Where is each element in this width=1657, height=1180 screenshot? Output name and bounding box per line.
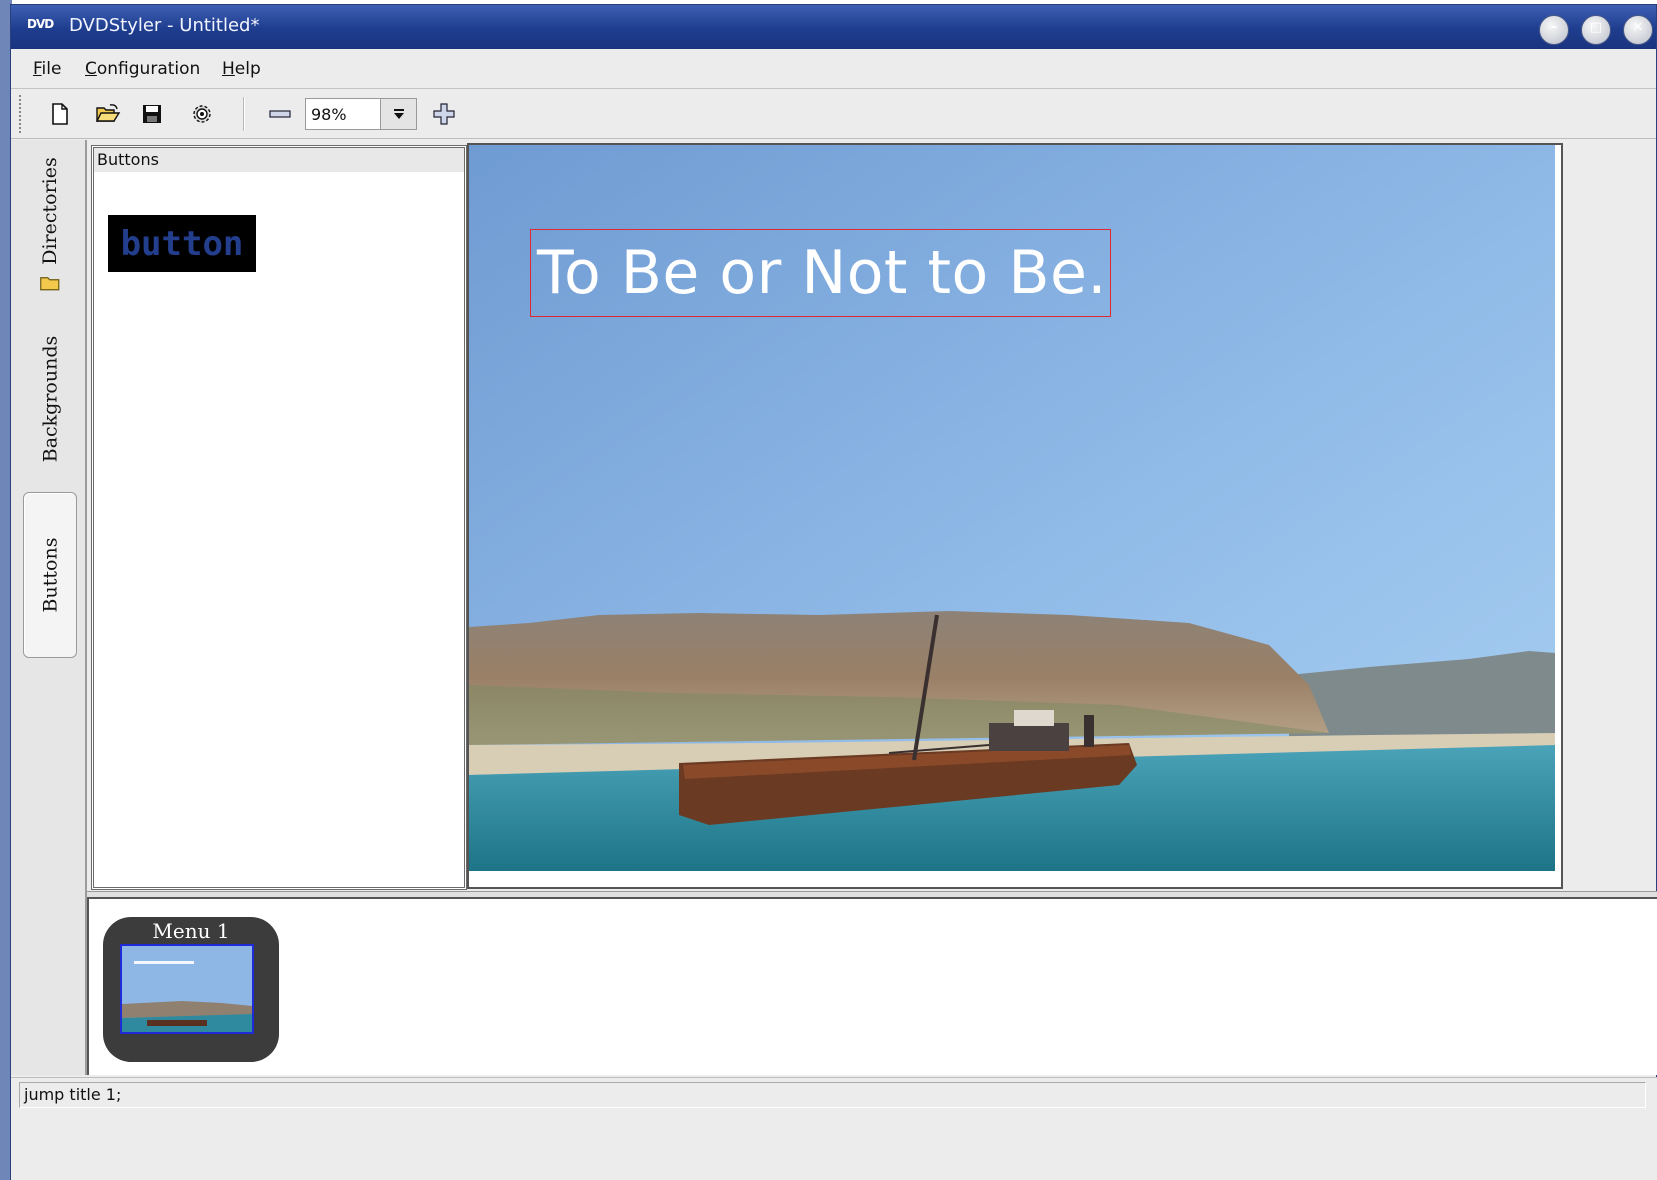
tab-directories[interactable]: Directories bbox=[23, 150, 77, 300]
menu-configuration[interactable]: Configuration bbox=[85, 59, 200, 79]
zoom-combobox[interactable] bbox=[305, 98, 417, 130]
menu-file-label: ile bbox=[41, 59, 62, 79]
app-window: DVD DVDStyler - Untitled* – □ ✕ File Con… bbox=[10, 4, 1657, 1180]
zoom-dropdown-button[interactable] bbox=[380, 99, 416, 129]
save-disk-icon bbox=[143, 105, 161, 123]
tab-backgrounds[interactable]: Backgrounds bbox=[23, 325, 77, 473]
close-icon: ✕ bbox=[1632, 20, 1644, 35]
dvd-app-icon: DVD bbox=[27, 17, 54, 31]
buttons-panel: Buttons button bbox=[91, 145, 467, 890]
menu-thumbnail[interactable]: Menu 1 bbox=[103, 917, 279, 1062]
titleset-menus-area: Menu 1 bbox=[87, 899, 1657, 1075]
folder-icon bbox=[40, 277, 60, 291]
settings-gear-icon bbox=[193, 105, 211, 123]
minus-icon bbox=[269, 110, 291, 118]
toolbar-separator bbox=[243, 97, 245, 131]
close-button[interactable]: ✕ bbox=[1623, 15, 1653, 45]
menu-help-mnemonic: H bbox=[222, 59, 235, 79]
open-folder-icon bbox=[95, 104, 121, 122]
horizontal-splitter[interactable] bbox=[87, 891, 1657, 899]
menu-text-label: To Be or Not to Be. bbox=[537, 238, 1107, 308]
toolbar bbox=[11, 89, 1656, 139]
settings-button[interactable] bbox=[185, 97, 219, 131]
menu-thumbnail-label: Menu 1 bbox=[152, 919, 230, 943]
save-button[interactable] bbox=[135, 97, 169, 131]
menu-file-mnemonic: F bbox=[33, 59, 42, 79]
maximize-icon: □ bbox=[1589, 20, 1603, 35]
window-title: DVDStyler - Untitled* bbox=[69, 15, 260, 36]
menu-configuration-label: onfiguration bbox=[96, 59, 201, 79]
maximize-button[interactable]: □ bbox=[1581, 15, 1611, 45]
title-bar[interactable]: DVD DVDStyler - Untitled* – □ ✕ bbox=[11, 5, 1656, 49]
menu-thumbnail-preview bbox=[120, 944, 254, 1034]
status-bar: jump title 1; bbox=[11, 1077, 1657, 1111]
status-text: jump title 1; bbox=[19, 1082, 1646, 1108]
menu-help[interactable]: Help bbox=[222, 59, 261, 79]
zoom-in-button[interactable] bbox=[427, 97, 461, 131]
minimize-icon: – bbox=[1550, 20, 1558, 35]
tab-buttons[interactable]: Buttons bbox=[23, 492, 77, 658]
new-document-icon bbox=[52, 103, 68, 125]
buttons-panel-header: Buttons bbox=[94, 148, 464, 172]
button-template-label: button bbox=[120, 223, 244, 264]
zoom-input[interactable] bbox=[306, 99, 380, 129]
new-button[interactable] bbox=[43, 97, 77, 131]
menu-text-object[interactable]: To Be or Not to Be. bbox=[530, 229, 1111, 317]
menu-configuration-mnemonic: C bbox=[85, 59, 97, 79]
tab-directories-label: Directories bbox=[39, 157, 62, 265]
menu-bar: File Configuration Help bbox=[11, 49, 1656, 89]
window-bottom-edge bbox=[11, 1111, 1657, 1180]
menu-help-label: elp bbox=[234, 59, 261, 79]
toolbar-grip[interactable] bbox=[19, 95, 25, 133]
open-button[interactable] bbox=[91, 97, 125, 131]
zoom-out-button[interactable] bbox=[263, 97, 297, 131]
side-tab-strip: Directories Backgrounds Buttons bbox=[11, 140, 87, 1075]
menu-file[interactable]: File bbox=[33, 59, 61, 79]
tab-backgrounds-label: Backgrounds bbox=[39, 335, 62, 463]
menu-editor-canvas[interactable]: To Be or Not to Be. bbox=[467, 143, 1563, 889]
tab-buttons-label: Buttons bbox=[39, 537, 61, 613]
plus-icon bbox=[433, 103, 455, 125]
minimize-button[interactable]: – bbox=[1539, 15, 1569, 45]
button-template[interactable]: button bbox=[108, 215, 256, 272]
dropdown-arrow-icon bbox=[393, 109, 404, 119]
